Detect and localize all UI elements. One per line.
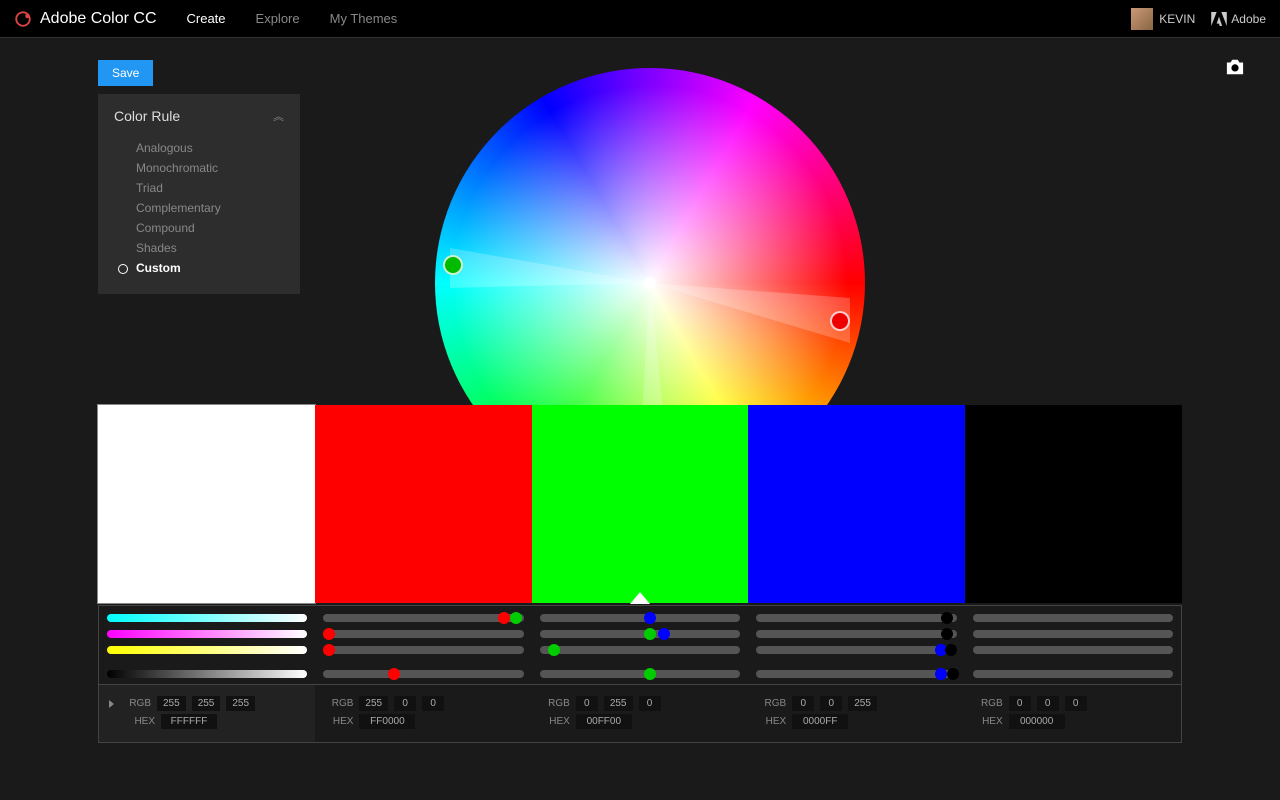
hex-value-1[interactable]: FFFFFF [161,714,217,729]
slider-3-r[interactable] [540,614,740,622]
rule-shades[interactable]: Shades [114,238,284,258]
username[interactable]: KEVIN [1159,12,1195,26]
swatch-1[interactable] [98,405,315,603]
app-header: Adobe Color CC Create Explore My Themes … [0,0,1280,38]
slider-panel [98,605,1182,685]
r-value-1[interactable]: 255 [157,696,186,711]
b-value-4[interactable]: 255 [848,696,877,711]
slider-2-r[interactable] [323,614,523,622]
nav-my-themes[interactable]: My Themes [330,11,398,26]
slider-5-g[interactable] [973,630,1173,638]
swatch-2[interactable] [315,405,532,603]
active-swatch-indicator-icon [630,592,650,604]
color-rule-title: Color Rule [114,108,180,124]
slider-3-g[interactable] [540,630,740,638]
rule-monochromatic[interactable]: Monochromatic [114,158,284,178]
slider-4-g[interactable] [756,630,956,638]
slider-5-r[interactable] [973,614,1173,622]
slider-row-1 [99,612,1181,624]
wheel-handle-green[interactable] [443,255,463,275]
rule-analogous[interactable]: Analogous [114,138,284,158]
swatch-4[interactable] [748,405,965,603]
slider-2-g[interactable] [323,630,523,638]
slider-1-k[interactable] [107,670,307,678]
r-value-4[interactable]: 0 [792,696,814,711]
hex-value-4[interactable]: 0000FF [792,714,848,729]
rule-complementary[interactable]: Complementary [114,198,284,218]
rgb-label: RGB [123,698,151,709]
g-value-4[interactable]: 0 [820,696,842,711]
slider-4-r[interactable] [756,614,956,622]
color-rule-panel: Color Rule ︽ Analogous Monochromatic Tri… [98,94,300,294]
slider-4-b[interactable] [756,646,956,654]
hex-value-2[interactable]: FF0000 [359,714,415,729]
g-value-5[interactable]: 0 [1037,696,1059,711]
g-value-3[interactable]: 255 [604,696,633,711]
values-swatch-2: RGB25500 HEXFF0000 [315,685,531,742]
b-value-3[interactable]: 0 [639,696,661,711]
slider-2-b[interactable] [323,646,523,654]
slider-5-b[interactable] [973,646,1173,654]
adobe-color-logo-icon [14,10,32,28]
nav-create[interactable]: Create [187,11,226,26]
mode-caret-icon[interactable] [109,700,114,708]
color-rule-header[interactable]: Color Rule ︽ [114,108,284,124]
b-value-1[interactable]: 255 [226,696,255,711]
slider-row-2 [99,628,1181,640]
slider-5-k[interactable] [973,670,1173,678]
swatch-3[interactable] [532,405,749,603]
slider-2-k[interactable] [323,670,523,678]
swatch-strip [98,405,1182,603]
user-avatar[interactable] [1131,8,1153,30]
slider-1-m[interactable] [107,630,307,638]
b-value-2[interactable]: 0 [422,696,444,711]
slider-4-k[interactable] [756,670,956,678]
values-swatch-1: RGB 255 255 255 HEX FFFFFF [99,685,315,742]
values-swatch-3: RGB02550 HEX00FF00 [532,685,748,742]
camera-button[interactable] [1224,58,1246,81]
slider-3-b[interactable] [540,646,740,654]
collapse-chevron-icon: ︽ [273,108,284,124]
hex-value-5[interactable]: 000000 [1009,714,1065,729]
r-value-5[interactable]: 0 [1009,696,1031,711]
hex-value-3[interactable]: 00FF00 [576,714,632,729]
slider-1-y[interactable] [107,646,307,654]
app-title: Adobe Color CC [40,10,157,28]
nav-explore[interactable]: Explore [256,11,300,26]
g-value-1[interactable]: 255 [192,696,221,711]
g-value-2[interactable]: 0 [394,696,416,711]
values-swatch-5: RGB000 HEX000000 [965,685,1181,742]
value-readout-row: RGB255255255 HEXFFFFFF RGB25500 HEXFF000… [98,685,1182,743]
adobe-brand-link[interactable]: Adobe [1211,12,1266,26]
wheel-handle-red[interactable] [830,311,850,331]
r-value-2[interactable]: 255 [359,696,388,711]
slider-row-3 [99,644,1181,656]
wheel-center[interactable] [644,277,656,289]
rule-custom[interactable]: Custom [114,258,284,278]
slider-3-k[interactable] [540,670,740,678]
swatch-5[interactable] [965,405,1182,603]
adobe-icon [1211,12,1227,26]
adobe-brand-label: Adobe [1231,12,1266,26]
r-value-3[interactable]: 0 [576,696,598,711]
save-button[interactable]: Save [98,60,153,86]
slider-1-c[interactable] [107,614,307,622]
rule-triad[interactable]: Triad [114,178,284,198]
values-swatch-4: RGB00255 HEX0000FF [748,685,964,742]
slider-row-brightness [99,668,1181,680]
b-value-5[interactable]: 0 [1065,696,1087,711]
rule-compound[interactable]: Compound [114,218,284,238]
hex-label: HEX [127,716,155,727]
